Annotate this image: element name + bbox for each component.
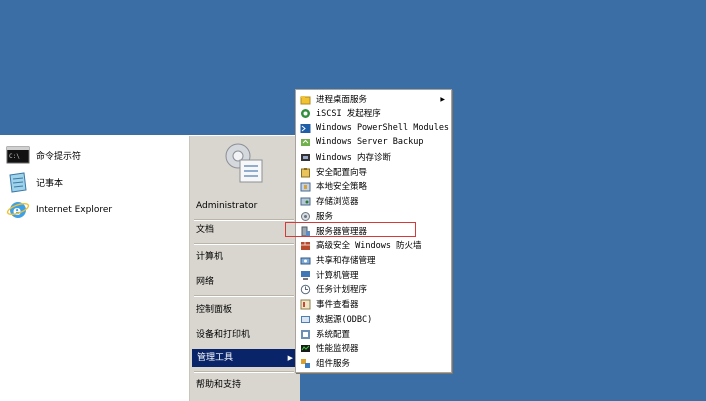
memory-diagnostic-icon [301,153,310,161]
submenu-item-label: 存储浏览器 [316,197,359,207]
system-config-icon [301,329,310,339]
network-link[interactable]: 网络 [196,273,296,291]
pinned-item-notepad[interactable]: 记事本 [6,169,184,195]
submenu-item-server-manager[interactable]: 服务器管理器 [285,222,448,238]
computer-link[interactable]: 计算机 [196,248,296,266]
svg-text:C:\: C:\ [9,153,20,160]
pinned-item-label: 命令提示符 [36,151,82,162]
computer-management-icon [301,270,310,280]
divider [194,371,294,373]
submenu-item-task-scheduler[interactable]: 任务计划程序 [298,282,448,296]
iscsi-icon [301,108,310,118]
security-wizard-icon [301,167,310,177]
submenu-item-security-wizard[interactable]: 安全配置向导 [298,165,448,179]
pinned-programs: C:\ 命令提示符 记事本 e Internet Explorer [0,136,190,401]
start-menu-right-column: Administrator 文档 计算机 网络 控制面板 设备和打印机 管理工具… [190,136,300,401]
submenu-item-storage-explorer[interactable]: 存储浏览器 [298,194,448,208]
firewall-icon [301,241,310,250]
divider [194,295,294,297]
pinned-item-internet-explorer[interactable]: e Internet Explorer [6,197,184,223]
chevron-right-icon: ▶ [287,354,293,362]
submenu-item-label: 进程桌面服务 [316,95,368,105]
submenu-item-label: 服务 [316,212,334,222]
highlight-box [285,222,416,237]
divider [194,243,294,245]
submenu-item-label: 本地安全策略 [316,182,368,192]
performance-monitor-icon [301,344,310,352]
folder-icon [300,95,311,104]
submenu-item-firewall[interactable]: 高级安全 Windows 防火墙 [298,238,448,252]
pinned-item-label: 记事本 [36,178,64,189]
services-icon [301,211,310,221]
start-menu: C:\ 命令提示符 记事本 e Internet Explorer Admini… [0,135,300,401]
submenu-item-label: 数据源(ODBC) [316,315,373,325]
local-security-icon [300,182,311,191]
submenu-item-event-viewer[interactable]: 事件查看器 [298,297,448,311]
component-services-icon [301,358,310,368]
submenu-item-server-backup[interactable]: Windows Server Backup [298,135,448,149]
submenu-item-label: 安全配置向导 [316,168,368,178]
submenu-item-computer-management[interactable]: 计算机管理 [298,268,448,282]
submenu-item-performance-monitor[interactable]: 性能监视器 [298,341,448,355]
chevron-right-icon: ▶ [440,95,445,103]
submenu-item-label: 任务计划程序 [316,285,368,295]
command-prompt-icon: C:\ [6,146,30,164]
submenu-item-label: 高级安全 Windows 防火墙 [316,241,422,251]
submenu-item-label: Windows PowerShell Modules [316,123,450,133]
pinned-item-command-prompt[interactable]: C:\ 命令提示符 [6,142,184,168]
submenu-item-odbc[interactable]: 数据源(ODBC) [298,312,448,326]
submenu-item-label: iSCSI 发起程序 [316,109,381,119]
pinned-item-label: Internet Explorer [36,205,113,215]
submenu-item-system-configuration[interactable]: 系统配置 [298,327,448,341]
submenu-item-local-security-policy[interactable]: 本地安全策略 [298,179,448,193]
submenu-item-label: 系统配置 [316,330,351,340]
submenu-item-label: 性能监视器 [316,344,359,354]
submenu-item-memory-diagnostic[interactable]: Windows 内存诊断 [298,150,448,164]
admin-tools-label: 管理工具 [197,353,234,363]
submenu-item-iscsi[interactable]: iSCSI 发起程序 [298,106,448,120]
admin-tools-submenu: 进程桌面服务 ▶ iSCSI 发起程序 Windows PowerShell M… [285,89,452,373]
storage-explorer-icon [300,197,311,205]
powershell-icon [300,123,311,133]
submenu-item-component-services[interactable]: 组件服务 [298,356,448,370]
user-picture-icon [225,143,263,183]
submenu-item-remote-desktop-services[interactable]: 进程桌面服务 ▶ [298,92,448,106]
task-scheduler-icon [300,284,311,294]
share-storage-icon [300,257,311,264]
control-panel-link[interactable]: 控制面板 [196,301,296,319]
submenu-item-label: 共享和存储管理 [316,256,376,266]
notepad-icon [9,172,27,193]
submenu-item-label: 事件查看器 [316,300,359,310]
event-viewer-icon [300,299,311,309]
backup-icon [301,138,310,146]
internet-explorer-icon: e [6,202,30,219]
devices-printers-link[interactable]: 设备和打印机 [196,326,296,344]
help-support-link[interactable]: 帮助和支持 [196,376,296,394]
submenu-item-label: Windows 内存诊断 [316,153,391,163]
submenu-item-label: Windows Server Backup [316,137,424,147]
submenu-item-services[interactable]: 服务 [298,209,448,223]
odbc-icon [301,315,310,323]
documents-link[interactable]: 文档 [196,221,296,239]
submenu-item-powershell-modules[interactable]: Windows PowerShell Modules [298,121,450,135]
submenu-item-label: 组件服务 [316,359,351,369]
user-name[interactable]: Administrator [196,197,296,215]
submenu-item-share-storage[interactable]: 共享和存储管理 [298,253,448,267]
admin-tools-link[interactable]: 管理工具 ▶ [192,349,298,367]
submenu-item-label: 计算机管理 [316,271,359,281]
